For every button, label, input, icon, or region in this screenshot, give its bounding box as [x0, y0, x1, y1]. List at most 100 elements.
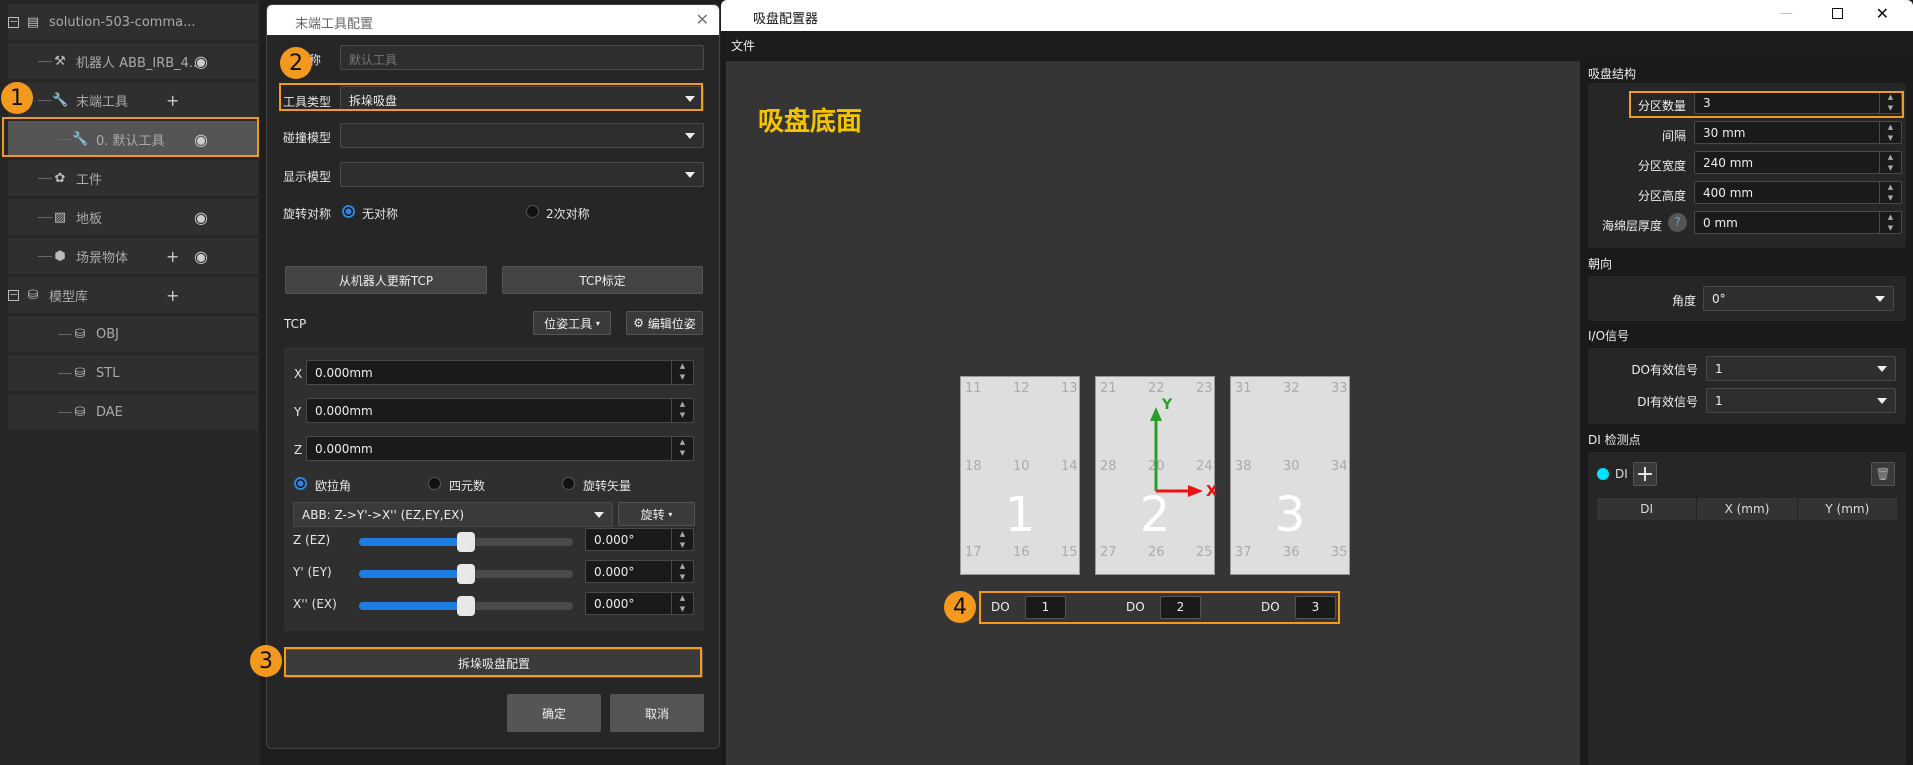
- zone-point-label: 18: [965, 459, 982, 474]
- tcp-calibration-button[interactable]: TCP标定: [502, 266, 703, 294]
- do-bar: DO 1 DO 2 DO 3: [979, 591, 1340, 624]
- eye-icon[interactable]: ◉: [194, 247, 208, 266]
- tree-item[interactable]: ▨ 地板 ◉: [8, 199, 258, 235]
- y-input[interactable]: 0.000mm ▲ ▼: [306, 398, 694, 423]
- eye-icon[interactable]: ◉: [194, 52, 208, 71]
- z-input[interactable]: 0.000mm ▲ ▼: [306, 436, 694, 461]
- display-model-select[interactable]: [340, 162, 704, 187]
- robot-arm-icon: ⚒: [54, 53, 66, 69]
- add-di-point-button[interactable]: +: [1633, 462, 1657, 487]
- tree-item[interactable]: ⬢ 场景物体 + ◉: [8, 238, 258, 274]
- minimize-icon[interactable]: —: [1780, 6, 1793, 21]
- zone-point-label: 31: [1235, 381, 1252, 396]
- x-value: 0.000mm: [315, 366, 373, 380]
- sponge-thickness-input[interactable]: 0 mm ▲ ▼: [1694, 211, 1902, 234]
- tree-item[interactable]: ⛁ OBJ: [8, 316, 258, 352]
- edit-pose-button[interactable]: ⚙ 编辑位姿: [626, 311, 703, 335]
- radio-no-symmetry[interactable]: [342, 205, 355, 218]
- scene-object-icon: ⬢: [54, 248, 66, 264]
- delete-di-point-button[interactable]: 🗑: [1871, 462, 1895, 486]
- radio-2-fold-symmetry[interactable]: [526, 205, 539, 218]
- angle-input[interactable]: 0.000° ▲ ▼: [585, 560, 694, 583]
- slider-handle[interactable]: [457, 532, 475, 552]
- tree-item[interactable]: 🔧 末端工具 +: [8, 82, 258, 118]
- eye-icon[interactable]: ◉: [194, 130, 208, 149]
- angle-input[interactable]: 0.000° ▲ ▼: [585, 528, 694, 551]
- angle-select[interactable]: 0°: [1703, 286, 1894, 311]
- plus-icon[interactable]: +: [166, 286, 179, 305]
- spin-arrows-icon[interactable]: ▲ ▼: [671, 561, 693, 582]
- ok-button[interactable]: 确定: [507, 694, 601, 732]
- rotate-dropdown[interactable]: 旋转 ▾: [618, 502, 695, 526]
- do-value-input[interactable]: 2: [1160, 596, 1201, 619]
- zone-height-input[interactable]: 400 mm ▲ ▼: [1694, 181, 1902, 204]
- euler-convention-select[interactable]: ABB: Z->Y'->X'' (EZ,EY,EX): [293, 502, 613, 527]
- angle-value: 0.000°: [594, 597, 635, 611]
- radio-quaternion[interactable]: [428, 477, 441, 490]
- tree-item[interactable]: − ▤ solution-503-comma...: [8, 4, 258, 40]
- tool-type-select[interactable]: 拆垛吸盘: [340, 86, 704, 111]
- zone-point-label: 15: [1061, 545, 1078, 560]
- zone-number: 1: [1004, 487, 1036, 543]
- folder-icon: ▤: [26, 14, 40, 30]
- plus-icon[interactable]: +: [166, 91, 179, 110]
- maximize-icon[interactable]: [1832, 8, 1843, 19]
- angle-label: Z (EZ): [293, 533, 331, 547]
- spin-arrows-icon[interactable]: ▲ ▼: [671, 437, 693, 460]
- suction-zone[interactable]: 31 32 33 38 30 34 37 36 35 3: [1230, 376, 1350, 575]
- angle-value: 0°: [1712, 292, 1726, 306]
- collapse-icon[interactable]: −: [8, 289, 19, 301]
- spin-arrows-icon[interactable]: ▲ ▼: [671, 529, 693, 550]
- step-badge-4: 4: [944, 591, 976, 623]
- radio-rotation-vector[interactable]: [562, 477, 575, 490]
- tree-item[interactable]: ⛁ STL: [8, 355, 258, 391]
- zone-point-label: 10: [1013, 459, 1030, 474]
- spin-arrows-icon[interactable]: ▲ ▼: [671, 399, 693, 422]
- help-icon[interactable]: ?: [1668, 213, 1687, 232]
- suction-zone[interactable]: 11 12 13 18 10 14 17 16 15 1: [960, 376, 1080, 575]
- radio-euler[interactable]: [294, 477, 307, 490]
- step-badge-2: 2: [280, 47, 312, 79]
- plus-icon[interactable]: +: [166, 247, 179, 266]
- tree-item[interactable]: 🔧 0. 默认工具 ◉: [8, 121, 258, 157]
- eye-icon[interactable]: ◉: [194, 208, 208, 227]
- spin-arrows-icon[interactable]: ▲ ▼: [1879, 122, 1901, 143]
- x-input[interactable]: 0.000mm ▲ ▼: [306, 360, 694, 385]
- spin-arrows-icon[interactable]: ▲ ▼: [1879, 212, 1901, 233]
- tree-item[interactable]: − ⛁ 模型库 +: [8, 277, 258, 313]
- close-icon[interactable]: ✕: [696, 10, 709, 29]
- do-value-input[interactable]: 1: [1025, 596, 1066, 619]
- name-input[interactable]: 默认工具: [340, 45, 704, 70]
- close-icon[interactable]: ✕: [1876, 4, 1889, 23]
- angle-input[interactable]: 0.000° ▲ ▼: [585, 592, 694, 615]
- slider-handle[interactable]: [457, 596, 475, 616]
- spin-arrows-icon[interactable]: ▲ ▼: [1879, 92, 1901, 113]
- cancel-button[interactable]: 取消: [610, 694, 704, 732]
- tree-line: [38, 255, 52, 257]
- chevron-down-icon: ▾: [668, 509, 673, 519]
- spin-arrows-icon[interactable]: ▲ ▼: [1879, 182, 1901, 203]
- do-value-input[interactable]: 3: [1295, 596, 1336, 619]
- do-valid-select[interactable]: 1: [1706, 356, 1896, 381]
- spin-arrows-icon[interactable]: ▲ ▼: [1879, 152, 1901, 173]
- spin-arrows-icon[interactable]: ▲ ▼: [671, 361, 693, 384]
- slider-handle[interactable]: [457, 564, 475, 584]
- update-tcp-from-robot-button[interactable]: 从机器人更新TCP: [285, 266, 487, 294]
- angle-slider[interactable]: [359, 596, 573, 616]
- tree-item[interactable]: ⛁ DAE: [8, 394, 258, 430]
- gap-input[interactable]: 30 mm ▲ ▼: [1694, 121, 1902, 144]
- gripper-config-button[interactable]: 拆垛吸盘配置: [285, 649, 703, 678]
- zone-width-input[interactable]: 240 mm ▲ ▼: [1694, 151, 1902, 174]
- di-valid-select[interactable]: 1: [1706, 388, 1896, 413]
- zone-count-input[interactable]: 3 ▲ ▼: [1694, 91, 1902, 114]
- menu-file[interactable]: 文件: [731, 39, 755, 53]
- collapse-icon[interactable]: −: [8, 16, 19, 28]
- tree-item[interactable]: ⚒ 机器人 ABB_IRB_4... ◉: [8, 43, 258, 79]
- tree-item[interactable]: ✿ 工件: [8, 160, 258, 196]
- di-valid-value: 1: [1715, 394, 1723, 408]
- angle-slider[interactable]: [359, 532, 573, 552]
- spin-arrows-icon[interactable]: ▲ ▼: [671, 593, 693, 614]
- pose-tool-dropdown[interactable]: 位姿工具 ▾: [533, 311, 611, 335]
- collision-model-select[interactable]: [340, 123, 704, 148]
- angle-slider[interactable]: [359, 564, 573, 584]
